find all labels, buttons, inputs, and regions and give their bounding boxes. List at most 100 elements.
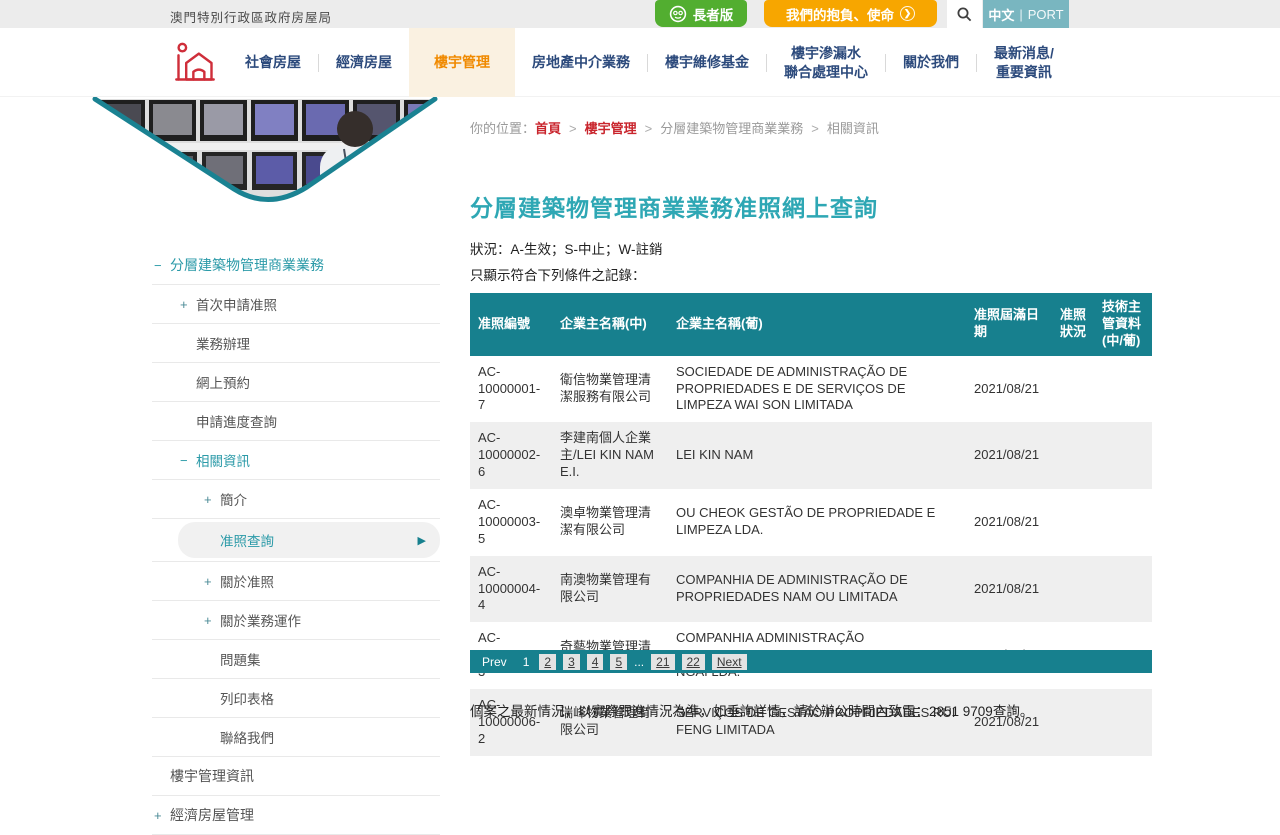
search-icon: [956, 6, 973, 23]
plus-icon: +: [204, 613, 220, 628]
column-header: 准照屆滿日期: [966, 293, 1052, 356]
sidebar-item-active[interactable]: 准照查詢 ▶: [152, 519, 440, 562]
sidebar-item-label: 申請進度查詢: [196, 411, 277, 431]
lang-chinese-link[interactable]: 中文: [988, 5, 1014, 24]
sidebar-item-label: 問題集: [220, 649, 261, 669]
cctv-monitor-wall-photo: [92, 97, 438, 223]
page-number-button[interactable]: 3: [563, 654, 580, 670]
main-navbar: 社會房屋經濟房屋樓宇管理房地產中介業務樓宇維修基金樓宇滲漏水 聯合處理中心關於我…: [0, 28, 1280, 97]
table-cell: [1094, 422, 1152, 489]
nav-item[interactable]: 房地產中介業務: [515, 28, 647, 97]
sidebar-item-label: 聯絡我們: [220, 727, 274, 747]
table-cell: [1052, 356, 1094, 423]
nav-item[interactable]: 最新消息/ 重要資訊: [977, 28, 1071, 97]
page-number-button[interactable]: 2: [539, 654, 556, 670]
license-table-header: 准照編號企業主名稱(中)企業主名稱(葡)准照屆滿日期准照狀況技術主管資料(中/葡…: [470, 293, 1152, 356]
prev-page-button[interactable]: Prev: [482, 655, 507, 669]
sidebar-item-label: 簡介: [220, 489, 247, 509]
table-cell: [1094, 356, 1152, 423]
nav-item[interactable]: 樓宇管理: [409, 28, 515, 97]
sidebar-item[interactable]: +經濟房屋管理: [152, 796, 440, 835]
table-cell: [1052, 556, 1094, 623]
page-number-button[interactable]: 22: [682, 654, 705, 670]
breadcrumb-link[interactable]: 樓宇管理: [585, 121, 637, 136]
lang-portuguese-link[interactable]: PORT: [1028, 7, 1064, 22]
table-cell: 李建南個人企業主/LEI KIN NAM E.I.: [552, 422, 668, 489]
nav-menu: 社會房屋經濟房屋樓宇管理房地產中介業務樓宇維修基金樓宇滲漏水 聯合處理中心關於我…: [228, 28, 1071, 97]
elderly-icon: [669, 5, 687, 23]
sidebar-item[interactable]: −分層建築物管理商業業務: [152, 246, 440, 285]
nav-item[interactable]: 樓宇維修基金: [648, 28, 766, 97]
sidebar-item-label: 關於准照: [220, 571, 274, 591]
elderly-version-button[interactable]: 長者版: [655, 0, 747, 27]
sidebar-item-label: 列印表格: [220, 688, 274, 708]
sidebar-item[interactable]: 樓宇管理資訊: [152, 757, 440, 796]
table-cell: 衛信物業管理清潔服務有限公司: [552, 356, 668, 423]
sidebar-menu: −分層建築物管理商業業務+首次申請准照業務辦理網上預約申請進度查詢−相關資訊+簡…: [152, 246, 440, 835]
active-pill: 准照查詢 ▶: [178, 522, 440, 558]
table-cell: 南澳物業管理有限公司: [552, 556, 668, 623]
page-number-button[interactable]: 21: [651, 654, 674, 670]
sidebar-item[interactable]: 申請進度查詢: [152, 402, 440, 441]
contact-note: 個案之最新情況，以實際跟進情況為準，如垂詢詳情，請於辦公時間內致電：2851 9…: [470, 700, 1033, 720]
sidebar-item[interactable]: 網上預約: [152, 363, 440, 402]
column-header: 企業主名稱(葡): [668, 293, 966, 356]
page-number-button[interactable]: 4: [587, 654, 604, 670]
sidebar-item[interactable]: 聯絡我們: [152, 718, 440, 757]
plus-icon: +: [180, 297, 196, 312]
table-cell: 2021/08/21: [966, 556, 1052, 623]
table-cell: AC-10000003-5: [470, 489, 552, 556]
table-cell: OU CHEOK GESTÃO DE PROPRIEDADE E LIMPEZA…: [668, 489, 966, 556]
top-utility-bar: 澳門特別行政區政府房屋局 長者版 我們的抱負、使命 ❯ 中文 | PORT: [0, 0, 1280, 28]
nav-item[interactable]: 經濟房屋: [319, 28, 409, 97]
sidebar-item[interactable]: +關於准照: [152, 562, 440, 601]
table-cell: AC-10000002-6: [470, 422, 552, 489]
breadcrumb-link: 分層建築物管理商業業務: [660, 121, 803, 136]
nav-item[interactable]: 關於我們: [886, 28, 976, 97]
table-row: AC-10000003-5澳卓物業管理清潔有限公司OU CHEOK GESTÃO…: [470, 489, 1152, 556]
table-cell: 2021/08/21: [966, 422, 1052, 489]
nav-item[interactable]: 社會房屋: [228, 28, 318, 97]
table-cell: 2021/08/21: [966, 356, 1052, 423]
minus-icon: −: [154, 258, 170, 273]
table-row: AC-10000001-7衛信物業管理清潔服務有限公司SOCIEDADE DE …: [470, 356, 1152, 423]
mission-button-label: 我們的抱負、使命: [786, 4, 894, 24]
table-cell: AC-10000001-7: [470, 356, 552, 423]
next-page-button[interactable]: Next: [712, 654, 747, 670]
breadcrumb-link: 相關資訊: [827, 121, 879, 136]
page-ellipsis: ...: [634, 655, 644, 669]
arrow-circle-icon: ❯: [900, 6, 915, 21]
table-cell: COMPANHIA DE ADMINISTRAÇÃO DE PROPRIEDAD…: [668, 556, 966, 623]
housing-bureau-logo-icon[interactable]: [173, 41, 217, 85]
current-page: 1: [523, 655, 530, 669]
sidebar-item[interactable]: +簡介: [152, 480, 440, 519]
search-button[interactable]: [947, 0, 982, 28]
sidebar-item-label: 首次申請准照: [196, 294, 277, 314]
table-cell: [1094, 689, 1152, 756]
sidebar-item[interactable]: 業務辦理: [152, 324, 440, 363]
sidebar-item[interactable]: 列印表格: [152, 679, 440, 718]
page-number-button[interactable]: 5: [610, 654, 627, 670]
active-arrow-icon: ▶: [418, 534, 426, 547]
table-cell: 澳卓物業管理清潔有限公司: [552, 489, 668, 556]
breadcrumb-prefix: 你的位置：: [470, 121, 535, 136]
sidebar-item[interactable]: −相關資訊: [152, 441, 440, 480]
sidebar-item-label: 分層建築物管理商業業務: [170, 255, 324, 275]
status-legend: 狀況：A-生效；S-中止；W-註銷 只顯示符合下列條件之記錄：: [470, 237, 663, 289]
table-cell: AC-10000004-4: [470, 556, 552, 623]
sidebar-item[interactable]: +首次申請准照: [152, 285, 440, 324]
column-header: 准照編號: [470, 293, 552, 356]
status-line: 狀況：A-生效；S-中止；W-註銷: [470, 237, 663, 263]
sidebar-item[interactable]: +關於業務運作: [152, 601, 440, 640]
filter-line: 只顯示符合下列條件之記錄：: [470, 263, 663, 289]
elderly-button-label: 長者版: [693, 4, 734, 24]
breadcrumb-link[interactable]: 首頁: [535, 121, 561, 136]
table-cell: LEI KIN NAM: [668, 422, 966, 489]
page-title: 分層建築物管理商業業務准照網上查詢: [470, 189, 878, 223]
table-cell: 2021/08/21: [966, 489, 1052, 556]
mission-button[interactable]: 我們的抱負、使命 ❯: [764, 0, 937, 27]
nav-item[interactable]: 樓宇滲漏水 聯合處理中心: [767, 28, 885, 97]
sidebar-item-label: 業務辦理: [196, 333, 250, 353]
sidebar-item[interactable]: 問題集: [152, 640, 440, 679]
sidebar-item-label: 准照查詢: [220, 530, 274, 550]
